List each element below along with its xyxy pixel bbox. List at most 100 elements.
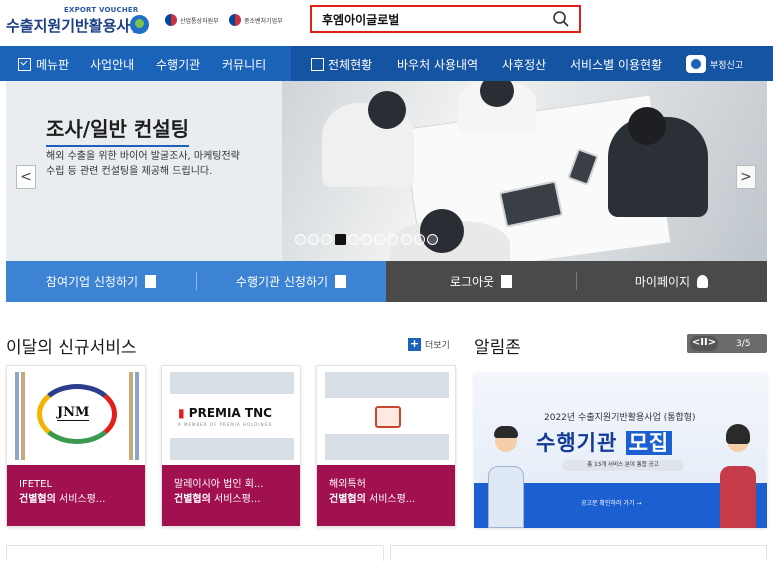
service-card[interactable]: JNM IFETEL 건별협의 서비스평... bbox=[6, 365, 146, 527]
banner-dot[interactable] bbox=[374, 234, 386, 245]
service-card[interactable]: 해외특허 건별협의 서비스평... bbox=[316, 365, 456, 527]
apply-company-button[interactable]: 참여기업 신청하기 bbox=[6, 261, 196, 302]
logout-label: 로그아웃 bbox=[449, 275, 495, 289]
apply-agency-button[interactable]: 수행기관 신청하기 bbox=[196, 261, 386, 302]
banner-dot[interactable] bbox=[334, 234, 346, 245]
menu-label: 메뉴판 bbox=[36, 58, 70, 72]
card-footer: 말레이시아 법인 회... 건별협의 서비스평... bbox=[162, 465, 300, 526]
more-label: 더보기 bbox=[425, 341, 450, 351]
logo-title: 수출지원기반활용사업 bbox=[6, 17, 145, 35]
ministry-label: 중소벤처기업부 bbox=[244, 17, 283, 25]
ministry-label: 산업통상자원부 bbox=[180, 17, 219, 25]
site-header: EXPORT VOUCHER 수출지원기반활용사업 산업통상자원부 중소벤처기업… bbox=[0, 0, 773, 41]
more-services-link[interactable]: + 더보기 bbox=[408, 338, 450, 351]
card-footer: 해외특허 건별협의 서비스평... bbox=[317, 465, 455, 526]
search-input[interactable] bbox=[322, 10, 542, 28]
mypage-label: 마이페이지 bbox=[634, 275, 691, 289]
nav-stat-label: 전체현황 bbox=[328, 58, 373, 72]
banner-dot[interactable] bbox=[321, 234, 333, 245]
nav-item-overall-status[interactable]: 전체현황 bbox=[311, 56, 372, 73]
nav-item-settlement[interactable]: 사후정산 bbox=[502, 56, 546, 73]
banner-headline: 수행기관 모집 bbox=[536, 427, 673, 457]
notice-banner[interactable]: 2022년 수출지원기반활용사업 (통합형) 수행기관 모집 총 13개 서비스… bbox=[474, 373, 767, 528]
figure-body bbox=[488, 466, 524, 528]
card-name: IFETEL bbox=[19, 479, 53, 490]
banner-dot[interactable] bbox=[308, 234, 320, 245]
banner-dot[interactable] bbox=[360, 234, 372, 245]
nav-item-business-info[interactable]: 사업안내 bbox=[90, 56, 134, 73]
report-label: 부정신고 bbox=[710, 60, 744, 71]
search-box bbox=[310, 5, 581, 33]
bottom-panel-right bbox=[390, 545, 767, 561]
notice-section-title: 알림존 bbox=[474, 338, 521, 358]
banner-subtitle: 총 13개 서비스 분야 통합 공고 bbox=[562, 460, 684, 471]
bottom-panel-left bbox=[6, 545, 384, 561]
logout-button[interactable]: 로그아웃 bbox=[386, 261, 576, 302]
pager-controls[interactable]: <II> bbox=[690, 336, 718, 351]
site-logo[interactable]: EXPORT VOUCHER 수출지원기반활용사업 bbox=[6, 6, 156, 38]
nav-item-service-usage[interactable]: 서비스별 이용현황 bbox=[570, 56, 662, 73]
patent-image bbox=[325, 372, 449, 460]
logo-tagline: A MEMBER OF PREMIA HOLDINGS bbox=[178, 422, 273, 427]
ministry-logo-mss[interactable]: 중소벤처기업부 bbox=[229, 12, 283, 28]
ministry-logo-motie[interactable]: 산업통상자원부 bbox=[165, 12, 219, 28]
card-name: 말레이시아 법인 회... bbox=[174, 479, 264, 490]
lock-icon bbox=[501, 275, 513, 288]
person-head-shape bbox=[420, 209, 464, 253]
banner-dot[interactable] bbox=[426, 234, 438, 245]
document-edit-icon bbox=[145, 275, 157, 288]
plus-icon: + bbox=[408, 337, 421, 351]
premia-logo: ▮ PREMIA TNC A MEMBER OF PREMIA HOLDINGS bbox=[170, 372, 294, 460]
banner-dot[interactable] bbox=[400, 234, 412, 245]
chevron-right-icon: > bbox=[740, 169, 752, 185]
logo-stripe bbox=[135, 372, 139, 460]
woman-illustration bbox=[720, 418, 756, 528]
voucher-mark-icon bbox=[130, 15, 149, 34]
nav-item-agency[interactable]: 수행기관 bbox=[156, 56, 200, 73]
report-fraud-button[interactable]: 부정신고 bbox=[686, 55, 743, 73]
service-card[interactable]: ▮ PREMIA TNC A MEMBER OF PREMIA HOLDINGS… bbox=[161, 365, 301, 527]
logo-stripe bbox=[21, 372, 25, 460]
apply-company-label: 참여기업 신청하기 bbox=[45, 275, 139, 289]
banner-description: 해외 수출을 위한 바이어 발굴조사, 마케팅전략 수립 등 관련 컨설팅을 제… bbox=[46, 151, 240, 177]
card-footer: IFETEL 건별협의 서비스평... bbox=[7, 465, 145, 526]
banner-next-button[interactable]: > bbox=[736, 165, 756, 189]
stats-icon bbox=[311, 58, 324, 71]
services-section-title: 이달의 신규서비스 bbox=[6, 338, 137, 358]
pager-count: 3/5 bbox=[736, 338, 751, 349]
mypage-button[interactable]: 마이페이지 bbox=[576, 261, 767, 302]
logo-text: JNM bbox=[57, 405, 90, 421]
banner-prev-button[interactable]: < bbox=[16, 165, 36, 189]
menu-button[interactable]: 메뉴판 bbox=[18, 56, 69, 73]
quick-divider bbox=[576, 272, 577, 290]
taeguk-icon bbox=[165, 14, 177, 26]
user-icon bbox=[697, 275, 709, 288]
banner-title: 조사/일반 컨설팅 bbox=[46, 113, 190, 147]
notice-pager: <II> 3/5 bbox=[687, 334, 767, 353]
document-icon bbox=[375, 406, 401, 428]
banner-dot[interactable] bbox=[413, 234, 425, 245]
figure-hair bbox=[494, 426, 518, 438]
banner-cta-text: 공고문 확인하러 가기 → bbox=[581, 500, 642, 507]
nav-item-community[interactable]: 커뮤니티 bbox=[222, 56, 266, 73]
card-subtitle: 건별협의 서비스평... bbox=[329, 494, 416, 505]
taeguk-icon bbox=[229, 14, 241, 26]
banner-dot[interactable] bbox=[347, 234, 359, 245]
report-icon bbox=[686, 55, 706, 73]
logo-text: ▮ PREMIA TNC bbox=[178, 406, 272, 420]
apply-agency-label: 수행기관 신청하기 bbox=[235, 275, 329, 289]
logo-stripe bbox=[15, 372, 19, 460]
banner-pagination bbox=[295, 234, 440, 245]
nav-item-voucher-usage[interactable]: 바우처 사용내역 bbox=[397, 56, 478, 73]
person-head-shape bbox=[628, 107, 666, 145]
banner-dot[interactable] bbox=[387, 234, 399, 245]
banner-dot[interactable] bbox=[295, 234, 306, 245]
checkbox-menu-icon bbox=[18, 58, 31, 71]
figure-body bbox=[720, 466, 756, 528]
jnm-logo: JNM bbox=[15, 372, 139, 460]
main-banner[interactable]: 조사/일반 컨설팅 해외 수출을 위한 바이어 발굴조사, 마케팅전략 수립 등… bbox=[6, 81, 767, 261]
quick-divider bbox=[196, 272, 197, 290]
search-icon[interactable] bbox=[551, 9, 571, 29]
card-name: 해외특허 bbox=[329, 479, 366, 490]
logo-subtitle: EXPORT VOUCHER bbox=[64, 6, 139, 14]
